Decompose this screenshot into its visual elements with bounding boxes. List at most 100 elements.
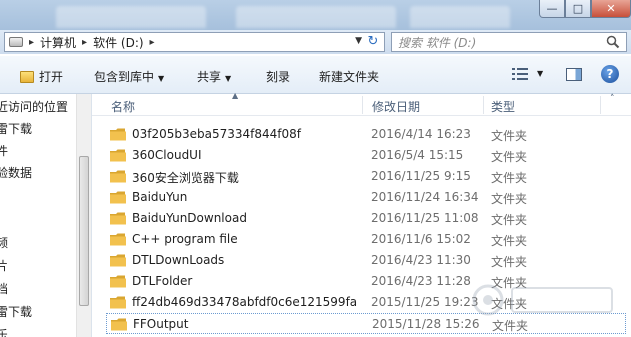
chevron-down-icon: ▼ [225,74,232,83]
command-bar: 打开 包含到库中 ▼ 共享 ▼ 刻录 新建文件夹 ▼ ? [0,56,631,94]
folder-icon [110,212,126,225]
nav-item-videos[interactable]: 频 [0,234,8,251]
blurred-tab[interactable] [410,6,510,28]
column-divider[interactable] [362,96,363,114]
blurred-tab[interactable] [56,6,206,28]
chevron-right-icon[interactable]: ▸ [150,37,155,48]
file-row[interactable]: BaiduYunDownload 2016/11/25 11:08 文件夹 [106,208,626,229]
folder-icon [110,170,126,183]
file-type: 文件夹 [491,192,528,206]
folder-icon [110,191,126,204]
chevron-down-icon: ▼ [158,74,165,83]
file-row[interactable]: 03f205b3eba57334f844f08f 2016/4/14 16:23 文… [106,124,626,145]
file-name[interactable]: DTLDownLoads [132,253,224,267]
file-name[interactable]: DTLFolder [132,274,192,288]
folder-icon [110,149,126,162]
include-label: 包含到库中 [94,70,155,84]
include-in-library-button[interactable]: 包含到库中 ▼ [94,68,164,85]
view-options-icon[interactable] [512,68,528,80]
breadcrumb-drive[interactable]: 软件 (D:) [93,34,143,51]
folder-icon [111,318,127,331]
nav-item-files[interactable]: 件 [0,142,8,159]
file-name[interactable]: 360CloudUI [132,148,202,162]
file-type: 文件夹 [491,171,528,185]
chevron-right-icon[interactable]: ▸ [82,37,87,48]
column-divider[interactable] [483,96,484,114]
refresh-icon[interactable]: ↻ [364,34,382,50]
nav-item-downloads[interactable]: 雷下载 [0,120,32,137]
file-modified-date: 2015/11/28 15:26 [372,317,480,331]
new-folder-button[interactable]: 新建文件夹 [319,68,379,85]
file-type: 文件夹 [491,234,528,248]
address-bar[interactable]: ▸ 计算机 ▸ 软件 (D:) ▸ ▼ ↻ [4,32,385,52]
nav-scrollbar-thumb[interactable] [79,156,89,306]
file-modified-date: 2016/5/4 15:15 [371,148,464,162]
file-row[interactable]: 360CloudUI 2016/5/4 15:15 文件夹 [106,145,626,166]
folder-icon [110,233,126,246]
folder-icon [110,296,126,309]
file-modified-date: 2016/4/23 11:30 [371,253,471,267]
file-modified-date: 2016/11/6 15:02 [371,232,471,246]
file-type: 文件夹 [491,213,528,227]
open-label: 打开 [39,70,64,84]
share-label: 共享 [197,70,222,84]
column-header-modified[interactable]: 修改日期 [372,98,420,115]
file-modified-date: 2016/11/25 9:15 [371,169,471,183]
file-row[interactable]: 360安全浏览器下载 2016/11/25 9:15 文件夹 [106,166,626,187]
file-type: 文件夹 [491,150,528,164]
window-controls: — □ ✕ [539,0,631,18]
chevron-down-icon[interactable]: ▼ [537,69,543,78]
chevron-right-icon[interactable]: ▸ [29,37,34,48]
file-name[interactable]: C++ program file [132,232,238,246]
file-modified-date: 2016/11/25 11:08 [371,211,479,225]
nav-item-documents[interactable]: 档 [0,280,8,297]
folder-icon [110,254,126,267]
search-input[interactable]: 搜索 软件 (D:) [391,32,627,52]
column-divider[interactable] [600,96,601,114]
search-icon[interactable] [606,35,620,49]
file-type: 文件夹 [491,255,528,269]
folder-icon [110,128,126,141]
burn-label: 刻录 [266,70,291,84]
open-button[interactable]: 打开 [20,68,63,85]
nav-item-recent-places[interactable]: 近访问的位置 [0,98,68,115]
file-row[interactable]: DTLDownLoads 2016/4/23 11:30 文件夹 [106,250,626,271]
file-name[interactable]: 360安全浏览器下载 [132,169,239,186]
nav-scrollbar[interactable] [76,94,91,337]
file-name[interactable]: BaiduYun [132,190,187,204]
column-header-row: ▲ 名称 修改日期 类型 ˄ [92,91,631,116]
nav-item-pictures[interactable]: 片 [0,257,8,274]
folder-icon [110,275,126,288]
new-folder-label: 新建文件夹 [319,70,380,84]
share-button[interactable]: 共享 ▼ [197,68,231,85]
file-name[interactable]: ff24db469d33478abfdf0c6e121599fa [132,295,357,309]
chevron-down-icon[interactable]: ▼ [355,36,362,46]
blurred-tab[interactable] [236,6,396,28]
navigation-pane: 近访问的位置 雷下载 件 验数据 频 片 档 雷下载 乐 [0,94,92,337]
minimize-button[interactable]: — [539,0,565,18]
column-header-name[interactable]: 名称 [111,98,135,115]
computer-icon [9,37,23,47]
help-icon[interactable]: ? [601,65,619,83]
address-row: ▸ 计算机 ▸ 软件 (D:) ▸ ▼ ↻ 搜索 软件 (D:) [0,30,631,54]
file-name[interactable]: 03f205b3eba57334f844f08f [132,127,301,141]
breadcrumb-computer[interactable]: 计算机 [40,34,76,51]
nav-item-downloads-2[interactable]: 雷下载 [0,303,32,320]
file-modified-date: 2016/4/14 16:23 [371,127,471,141]
nav-item-data[interactable]: 验数据 [0,164,32,181]
file-name[interactable]: FFOutput [133,317,189,331]
search-placeholder: 搜索 软件 (D:) [398,35,477,50]
open-icon [20,71,34,83]
sort-up-icon: ▲ [232,91,239,100]
file-modified-date: 2016/4/23 11:28 [371,274,471,288]
file-type: 文件夹 [491,129,528,143]
burn-button[interactable]: 刻录 [266,68,290,85]
column-header-type[interactable]: 类型 [491,98,515,115]
file-name[interactable]: BaiduYunDownload [132,211,247,225]
file-row[interactable]: C++ program file 2016/11/6 15:02 文件夹 [106,229,626,250]
maximize-button[interactable]: □ [565,0,591,18]
file-row[interactable]: BaiduYun 2016/11/24 16:34 文件夹 [106,187,626,208]
close-button[interactable]: ✕ [591,0,631,18]
nav-item-music[interactable]: 乐 [0,326,8,337]
preview-pane-icon[interactable] [566,68,582,81]
